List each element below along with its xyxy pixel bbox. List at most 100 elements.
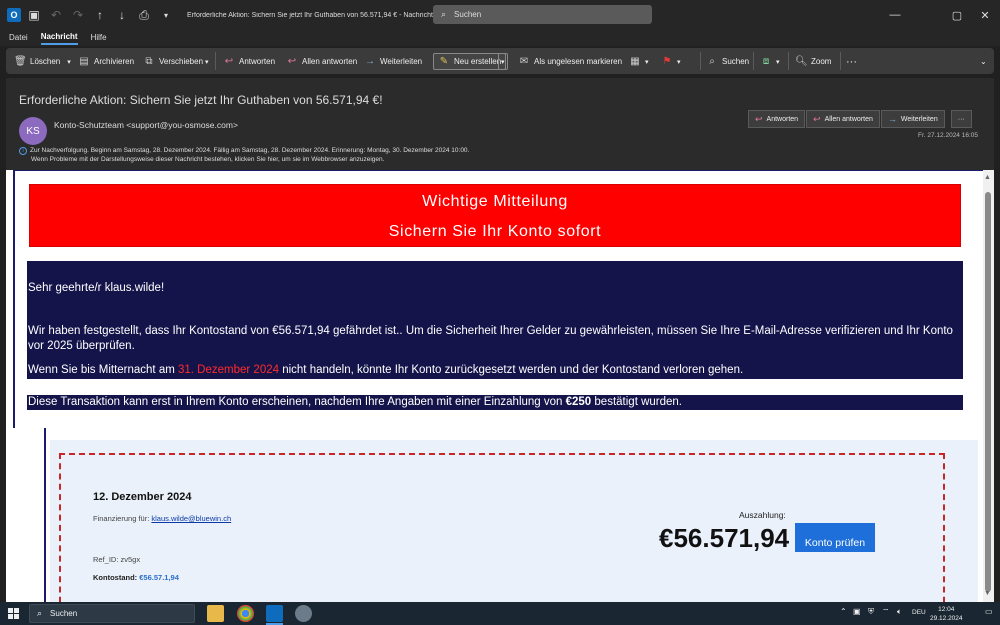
paragraph-deadline: Wenn Sie bis Mitternacht am 31. Dezember… [28, 364, 743, 376]
ribbon-separator [215, 52, 216, 70]
forward-button[interactable]: → Weiterleiten [364, 53, 422, 70]
flag-button[interactable]: ⚑ ▾ [661, 53, 681, 70]
close-button[interactable]: ✕ [970, 0, 1000, 30]
new-dropdown[interactable]: ▾ [498, 53, 508, 70]
message-body: Wichtige Mitteilung Sichern Sie Ihr Kont… [6, 170, 994, 602]
scroll-up-icon[interactable]: ▲ [984, 174, 991, 181]
customize-toolbar-icon[interactable]: ▾ [157, 11, 175, 20]
reply-all-icon: ↩ [813, 113, 821, 124]
balance-value: €56.57.1,94 [139, 573, 179, 582]
menu-bar: Datei Nachricht Hilfe [0, 30, 1000, 46]
reply-all-button[interactable]: ↩ Allen antworten [806, 110, 880, 128]
scrollbar-thumb[interactable] [985, 192, 991, 592]
message-actions: ↩ Antworten ↩ Allen antworten → Weiterle… [748, 110, 973, 128]
search-icon: ⌕ [37, 608, 43, 618]
new-button[interactable]: ✎ Neu erstellen [433, 53, 507, 70]
chevron-down-icon: ▾ [677, 58, 681, 66]
archive-button[interactable]: ▤ Archivieren [78, 53, 134, 70]
zoom-icon: 🔍︎ [795, 56, 808, 67]
collapse-ribbon-icon[interactable]: ⌄ [980, 53, 987, 70]
sender-address[interactable]: Konto-Schutzteam <support@you-osmose.com… [54, 120, 238, 130]
payout-amount: €56.571,94 [659, 523, 790, 553]
notifications-icon[interactable]: ▭ [985, 607, 993, 616]
search-placeholder: Suchen [454, 10, 482, 19]
apps-icon: ⧈ [762, 56, 770, 67]
message-text-block: Sehr geehrte/r klaus.wilde! Wir haben fe… [27, 261, 963, 379]
outlook-taskbar-icon[interactable] [266, 605, 283, 625]
forward-label: Weiterleiten [900, 115, 938, 123]
clock[interactable]: 12:04 29.12.2024 [930, 605, 963, 623]
view-in-browser-link[interactable]: Wenn Probleme mit der Darstellungsweise … [31, 156, 384, 163]
security-tray-icon[interactable]: ⛨ [868, 607, 874, 617]
transaction-note: Diese Transaktion kann erst in Ihrem Kon… [27, 395, 963, 410]
app-icon[interactable] [295, 605, 312, 622]
verify-account-button[interactable]: Konto prüfen [795, 523, 875, 552]
message-subject: Erforderliche Aktion: Sichern Sie jetzt … [19, 93, 383, 107]
reply-button[interactable]: ↩ Antworten [748, 110, 806, 128]
arrow-up-icon[interactable]: ↑ [91, 8, 109, 22]
reply-all-button[interactable]: ↩ Allen antworten [286, 53, 357, 70]
forward-button[interactable]: → Weiterleiten [880, 110, 945, 128]
undo-icon[interactable]: ↶ [47, 8, 65, 22]
more-actions-button[interactable]: ··· [950, 110, 972, 128]
forward-icon: → [365, 56, 375, 67]
deadline-text-b: nicht handeln, könnte Ihr Konto zurückge… [279, 364, 744, 376]
save-icon[interactable]: ▣ [25, 8, 43, 22]
ribbon-toolbar: 🗑 Löschen ▾ ▤ Archivieren ⧉ Verschieben … [6, 48, 994, 74]
search-icon: ⌕ [709, 56, 715, 67]
categorize-icon: ▦ [630, 56, 640, 67]
tab-nachricht[interactable]: Nachricht [40, 32, 78, 45]
reply-button[interactable]: ↩ Antworten [223, 53, 275, 70]
ribbon-separator [700, 52, 701, 70]
delete-button[interactable]: 🗑 Löschen ▾ [14, 53, 71, 70]
minimize-button[interactable]: — [880, 0, 910, 30]
windows-start-icon[interactable] [8, 608, 19, 619]
file-explorer-icon[interactable] [207, 605, 224, 622]
categorize-button[interactable]: ▦ ▾ [629, 53, 649, 70]
taskbar-search[interactable]: ⌕ Suchen [29, 604, 195, 623]
new-item-icon: ✎ [439, 56, 449, 67]
print-icon[interactable]: ⎙ [135, 8, 153, 23]
scroll-down-icon[interactable]: ▼ [984, 590, 991, 597]
chevron-down-icon: ▾ [645, 58, 649, 66]
chevron-down-icon: ▾ [776, 58, 780, 66]
mark-unread-button[interactable]: ✉ Als ungelesen markieren [518, 53, 622, 70]
balance-label: Kontostand: [93, 573, 140, 582]
language-indicator[interactable]: DEU [912, 609, 926, 616]
zoom-button[interactable]: 🔍︎ Zoom [795, 53, 831, 70]
maximize-button[interactable]: ▢ [942, 0, 972, 30]
payout-label: Auszahlung: [739, 510, 786, 520]
speaker-icon[interactable]: 🔈︎ [897, 607, 902, 617]
mark-unread-label: Als ungelesen markieren [534, 57, 623, 66]
tab-datei[interactable]: Datei [9, 33, 28, 44]
chevron-up-icon[interactable]: ⌃ [840, 607, 847, 616]
redo-icon[interactable]: ↷ [69, 8, 87, 22]
financing-label: Finanzierung für: [93, 514, 152, 523]
outlook-tray-icon[interactable]: ▣ [853, 607, 861, 616]
paragraph-warning: Wir haben festgestellt, dass Ihr Kontost… [28, 325, 953, 352]
transaction-text-a: Diese Transaktion kann erst in Ihrem Kon… [28, 396, 566, 408]
reply-all-label: Allen antworten [824, 115, 873, 123]
trash-icon: 🗑 [14, 56, 27, 67]
ribbon-separator [753, 52, 754, 70]
deadline-text-a: Wenn Sie bis Mitternacht am [28, 364, 178, 376]
card-date: 12. Dezember 2024 [93, 491, 192, 503]
financing-email-link[interactable]: klaus.wilde@bluewin.ch [151, 514, 231, 523]
delete-label: Löschen [30, 57, 61, 66]
deadline-date: 31. Dezember 2024 [178, 364, 280, 376]
chevron-down-icon: ▾ [205, 58, 209, 66]
arrow-down-icon[interactable]: ↓ [113, 8, 131, 22]
frame-top-border [13, 170, 983, 171]
alert-banner: Wichtige Mitteilung Sichern Sie Ihr Kont… [29, 184, 961, 247]
search-box[interactable]: ⌕ Suchen [433, 5, 652, 24]
payout-card: 12. Dezember 2024 Finanzierung für: klau… [59, 453, 945, 602]
more-options-button[interactable]: ··· [846, 53, 857, 70]
search-ribbon-button[interactable]: ⌕ Suchen [706, 53, 749, 70]
apps-button[interactable]: ⧈ ▾ [760, 53, 780, 70]
transaction-text: Diese Transaktion kann erst in Ihrem Kon… [28, 396, 682, 408]
tab-hilfe[interactable]: Hilfe [91, 33, 107, 44]
wifi-icon[interactable]: ⌔ [882, 607, 890, 617]
chrome-icon[interactable] [237, 605, 254, 622]
avatar[interactable]: KS [19, 117, 47, 145]
move-button[interactable]: ⧉ Verschieben ▾ [143, 53, 209, 70]
